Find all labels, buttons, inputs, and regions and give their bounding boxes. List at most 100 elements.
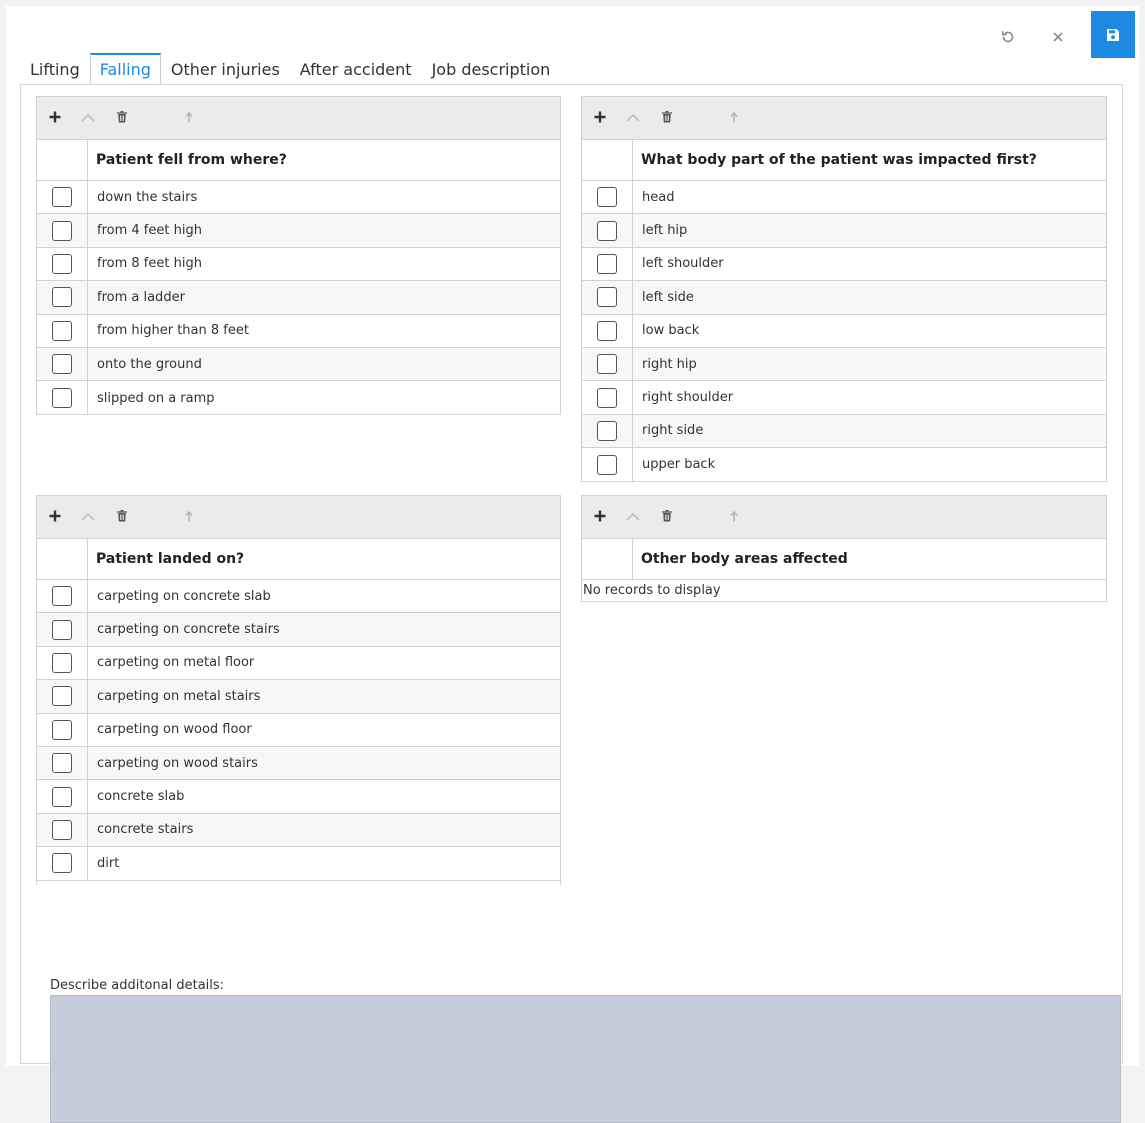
row-label: left side: [642, 289, 694, 305]
row-checkbox[interactable]: [52, 786, 72, 807]
delete-row-button[interactable]: [112, 506, 132, 526]
table-row[interactable]: left hip: [582, 214, 1106, 248]
row-label: carpeting on concrete stairs: [97, 622, 280, 638]
tab-other-injuries[interactable]: Other injuries: [161, 54, 290, 85]
row-checkbox[interactable]: [597, 320, 617, 341]
row-checkbox[interactable]: [52, 719, 72, 740]
table-row[interactable]: carpeting on concrete stairs: [37, 613, 560, 647]
tab-falling[interactable]: Falling: [89, 53, 161, 85]
table-row[interactable]: head: [582, 181, 1106, 215]
table-row[interactable]: from higher than 8 feet: [37, 314, 560, 348]
row-checkbox[interactable]: [52, 187, 72, 208]
row-checkbox[interactable]: [597, 454, 617, 475]
move-up-button[interactable]: [78, 506, 98, 526]
row-checkbox[interactable]: [52, 819, 72, 840]
move-top-button[interactable]: [179, 107, 199, 127]
row-label: from 4 feet high: [97, 223, 202, 239]
grid-impacted-first: What body part of the patient was impact…: [581, 96, 1107, 482]
move-up-button[interactable]: [623, 107, 643, 127]
tab-after-accident[interactable]: After accident: [290, 54, 422, 85]
row-label: low back: [642, 323, 700, 339]
row-checkbox[interactable]: [52, 853, 72, 874]
table-row[interactable]: down the stairs: [37, 181, 560, 215]
row-checkbox[interactable]: [597, 420, 617, 441]
row-checkbox[interactable]: [52, 686, 72, 707]
table-row[interactable]: carpeting on concrete slab: [37, 580, 560, 614]
row-checkbox[interactable]: [52, 619, 72, 640]
table-row[interactable]: right hip: [582, 347, 1106, 382]
table-row[interactable]: right shoulder: [582, 381, 1106, 415]
table-row[interactable]: concrete stairs: [37, 813, 560, 848]
row-checkbox[interactable]: [52, 320, 72, 341]
row-checkbox[interactable]: [597, 187, 617, 208]
table-row[interactable]: left shoulder: [582, 247, 1106, 282]
save-button[interactable]: [1091, 11, 1135, 58]
tab-bar: Lifting Falling Other injuries After acc…: [20, 53, 560, 85]
chevron-up-icon: [626, 512, 640, 520]
table-row[interactable]: carpeting on wood stairs: [37, 746, 560, 781]
row-checkbox[interactable]: [52, 253, 72, 274]
select-column-header: [582, 140, 633, 180]
row-label: carpeting on wood stairs: [97, 755, 258, 771]
row-label: from higher than 8 feet: [97, 323, 249, 339]
row-checkbox[interactable]: [52, 354, 72, 375]
trash-icon: [662, 510, 672, 522]
add-row-button[interactable]: [45, 506, 65, 526]
table-row[interactable]: slipped on a ramp: [37, 381, 560, 414]
plus-icon: [594, 111, 606, 123]
move-top-button[interactable]: [179, 506, 199, 526]
table-row[interactable]: carpeting on metal stairs: [37, 680, 560, 714]
row-label: concrete stairs: [97, 822, 194, 838]
delete-row-button[interactable]: [112, 107, 132, 127]
details-textarea[interactable]: [50, 995, 1121, 1123]
row-label: slipped on a ramp: [97, 390, 215, 406]
row-checkbox[interactable]: [52, 753, 72, 774]
undo-button[interactable]: [988, 17, 1028, 57]
row-checkbox[interactable]: [597, 220, 617, 241]
row-label: left hip: [642, 223, 688, 239]
select-column-header: [37, 539, 88, 579]
add-row-button[interactable]: [45, 107, 65, 127]
add-row-button[interactable]: [590, 107, 610, 127]
move-up-button[interactable]: [78, 107, 98, 127]
row-checkbox[interactable]: [52, 220, 72, 241]
row-checkbox[interactable]: [52, 388, 72, 409]
table-row[interactable]: left side: [582, 281, 1106, 315]
table-row[interactable]: concrete slab: [37, 780, 560, 814]
move-top-button[interactable]: [724, 107, 744, 127]
row-checkbox[interactable]: [597, 387, 617, 408]
row-label: carpeting on metal stairs: [97, 688, 261, 704]
chevron-up-icon: [626, 113, 640, 121]
delete-row-button[interactable]: [657, 506, 677, 526]
table-row[interactable]: right side: [582, 414, 1106, 449]
table-row[interactable]: upper back: [582, 448, 1106, 481]
tab-job-description[interactable]: Job description: [422, 54, 561, 85]
row-checkbox[interactable]: [597, 253, 617, 274]
table-row[interactable]: from 4 feet high: [37, 214, 560, 248]
column-header: Patient fell from where?: [96, 152, 287, 168]
move-top-button[interactable]: [724, 506, 744, 526]
row-label: dirt: [97, 855, 120, 871]
table-row[interactable]: from a ladder: [37, 281, 560, 315]
table-row[interactable]: carpeting on wood floor: [37, 713, 560, 747]
close-button[interactable]: [1038, 17, 1078, 57]
row-label: carpeting on metal floor: [97, 655, 255, 671]
row-checkbox[interactable]: [597, 287, 617, 308]
delete-row-button[interactable]: [657, 107, 677, 127]
table-row[interactable]: onto the ground: [37, 347, 560, 382]
add-row-button[interactable]: [590, 506, 610, 526]
tab-lifting[interactable]: Lifting: [20, 54, 90, 85]
undo-icon: [1001, 31, 1014, 43]
falling-tab-panel: Patient fell from where? down the stairs…: [20, 84, 1123, 1123]
row-checkbox[interactable]: [597, 354, 617, 375]
row-checkbox[interactable]: [52, 652, 72, 673]
move-up-button[interactable]: [623, 506, 643, 526]
row-checkbox[interactable]: [52, 287, 72, 308]
table-row[interactable]: carpeting on metal floor: [37, 646, 560, 681]
grid-header: Other body areas affected: [582, 539, 1106, 580]
table-row[interactable]: dirt: [37, 847, 560, 881]
trash-icon: [662, 111, 672, 123]
table-row[interactable]: from 8 feet high: [37, 247, 560, 282]
row-checkbox[interactable]: [52, 586, 72, 607]
table-row[interactable]: low back: [582, 314, 1106, 348]
